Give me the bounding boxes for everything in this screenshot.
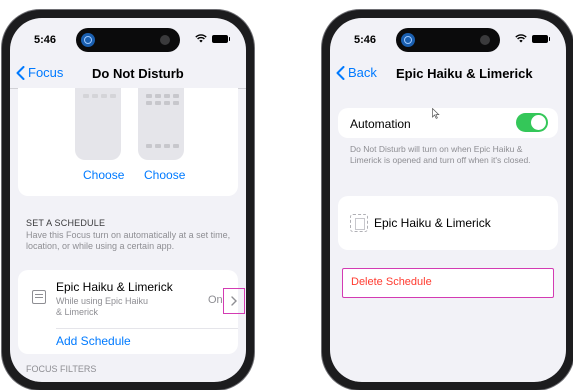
- choose-lock-screen-button[interactable]: Choose: [83, 168, 124, 182]
- section-description: Have this Focus turn on automatically at…: [26, 230, 231, 251]
- wifi-icon: [195, 34, 207, 43]
- schedule-card: Epic Haiku & Limerick While using Epic H…: [18, 270, 245, 354]
- screen: 5:46 Back Epic Haiku & Limerick Automati…: [330, 18, 566, 382]
- camera-icon: [160, 35, 170, 45]
- status-time: 5:46: [34, 34, 57, 46]
- dynamic-island: [76, 28, 180, 52]
- schedule-status: On: [208, 294, 223, 306]
- chevron-left-icon: [16, 65, 25, 80]
- section-header: SET A SCHEDULE: [26, 218, 106, 228]
- status-bar: 5:46: [10, 18, 246, 58]
- battery-icon: [532, 34, 550, 43]
- screen: 5:46 Focus Do Not Disturb Choose Choose …: [10, 18, 246, 382]
- status-icons: [515, 34, 550, 43]
- lock-screen-preview[interactable]: [75, 88, 121, 160]
- schedule-detail-button[interactable]: [223, 288, 245, 314]
- app-grid-icon: [83, 94, 116, 98]
- home-screen-preview[interactable]: [138, 88, 184, 160]
- app-row[interactable]: Epic Haiku & Limerick: [338, 196, 558, 250]
- automation-toggle[interactable]: [516, 113, 548, 132]
- phone-schedule-detail: 5:46 Back Epic Haiku & Limerick Automati…: [322, 10, 573, 390]
- appearance-card: Choose Choose: [18, 88, 238, 196]
- app-name: Epic Haiku & Limerick: [374, 216, 491, 230]
- back-button[interactable]: Focus: [16, 65, 63, 80]
- wifi-icon: [515, 34, 527, 43]
- next-section-header: FOCUS FILTERS: [26, 364, 97, 374]
- status-time: 5:46: [354, 34, 377, 46]
- app-grid-icon: [146, 94, 179, 105]
- mouse-cursor-icon: [432, 108, 440, 119]
- automation-label: Automation: [350, 117, 411, 131]
- app-placeholder-icon: [350, 214, 368, 232]
- page-title: Epic Haiku & Limerick: [396, 66, 533, 81]
- page-title: Do Not Disturb: [92, 66, 184, 81]
- back-button[interactable]: Back: [336, 65, 377, 80]
- navigation-bar: Back Epic Haiku & Limerick: [330, 60, 566, 88]
- camera-icon: [480, 35, 490, 45]
- choose-home-screen-button[interactable]: Choose: [144, 168, 185, 182]
- focus-indicator-icon: [401, 33, 415, 47]
- back-label: Focus: [28, 65, 64, 80]
- navigation-bar: Focus Do Not Disturb: [10, 60, 246, 88]
- status-bar: 5:46: [330, 18, 566, 58]
- chevron-right-icon: [231, 296, 237, 306]
- phone-do-not-disturb: 5:46 Focus Do Not Disturb Choose Choose …: [2, 10, 254, 390]
- automation-row: Automation: [338, 108, 558, 138]
- back-label: Back: [348, 65, 377, 80]
- schedule-subtitle: While using Epic Haiku & Limerick: [56, 296, 149, 317]
- dynamic-island: [396, 28, 500, 52]
- status-icons: [195, 34, 230, 43]
- delete-schedule-row[interactable]: Delete Schedule: [342, 268, 554, 298]
- delete-schedule-button[interactable]: Delete Schedule: [351, 276, 432, 288]
- schedule-title[interactable]: Epic Haiku & Limerick: [56, 280, 173, 294]
- row-divider: [56, 328, 238, 329]
- automation-description: Do Not Disturb will turn on when Epic Ha…: [350, 144, 531, 165]
- chevron-left-icon: [336, 65, 345, 80]
- battery-icon: [212, 34, 230, 43]
- focus-indicator-icon: [81, 33, 95, 47]
- app-placeholder-icon: [32, 290, 46, 304]
- dock-icon: [146, 144, 179, 148]
- add-schedule-button[interactable]: Add Schedule: [56, 334, 131, 348]
